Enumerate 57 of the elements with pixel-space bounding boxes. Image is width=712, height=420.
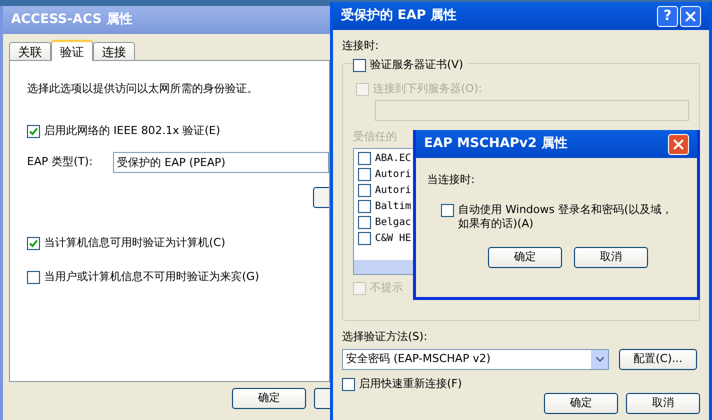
configure-button[interactable]: 配置(C)... [619,349,697,370]
certificate-checkbox[interactable] [358,168,371,181]
help-button[interactable]: ? [657,6,678,26]
server-input[interactable] [375,100,689,120]
cancel-button[interactable]: 取消 [626,393,700,414]
certificate-checkbox[interactable] [358,232,371,245]
certificate-checkbox[interactable] [358,152,371,165]
certificate-name: C&W HE [375,232,412,245]
ok-button[interactable]: 确定 [232,388,306,409]
properties-button[interactable] [313,186,329,208]
validate-cert-label: 验证服务器证书(V) [370,58,464,72]
check-icon [29,238,38,248]
method-dropdown[interactable]: 安全密码 (EAP-MSCHAP v2) [342,349,609,370]
eap-type-label: EAP 类型(T): [27,154,94,170]
auth-option-checkbox[interactable] [27,236,40,250]
enable-auth-checkbox[interactable] [27,124,40,138]
certificate-name: Autori [375,168,412,181]
fast-reconnect-checkbox[interactable] [342,378,355,391]
tab[interactable]: 连接 [93,42,135,60]
check-icon [29,126,38,136]
connect-heading: 当连接时: [427,172,476,188]
trusted-ca-label: 受信任的 [353,128,397,144]
tab[interactable]: 关联 [9,42,51,60]
close-button[interactable] [668,134,689,154]
close-icon [673,138,684,150]
no-prompt-label: 不提示 [370,281,403,295]
method-label: 选择验证方法(S): [342,328,428,344]
validate-cert-checkbox[interactable] [353,58,366,72]
close-icon [685,10,696,22]
cancel-button[interactable]: 取消 [574,246,648,268]
certificate-name: Baltim [375,200,412,213]
window-title: 受保护的 EAP 属性 [341,6,457,26]
tab[interactable]: 验证 [51,40,93,61]
certificate-checkbox[interactable] [358,216,371,229]
certificate-name: Belgac [375,216,412,229]
description-text: 选择此选项以提供访问以太网所需的身份验证。 [27,81,259,97]
cancel-button[interactable] [314,388,330,409]
enable-auth-label: 启用此网络的 IEEE 802.1x 验证(E) [44,124,220,138]
auto-logon-label: 自动使用 Windows 登录名和密码(以及域，如果有的话)(A) [458,202,674,230]
window-title: EAP MSCHAPv2 属性 [424,135,568,154]
auth-option-checkbox[interactable] [27,270,40,284]
eap-type-dropdown[interactable]: 受保护的 EAP (PEAP) [113,152,329,172]
auto-logon-checkbox[interactable] [441,204,454,216]
fast-reconnect-label: 启用快速重新连接(F) [359,377,462,391]
connect-servers-label: 连接到下列服务器(O): [373,82,482,96]
ok-button[interactable]: 确定 [488,246,562,268]
auth-option-label: 当用户或计算机信息不可用时验证为来宾(G) [44,270,260,284]
certificate-name: Autori [375,184,412,197]
certificate-name: ABA.EC [375,152,412,165]
connect-heading: 连接时: [342,38,380,54]
close-button[interactable] [680,6,701,26]
method-value: 安全密码 (EAP-MSCHAP v2) [346,351,491,368]
window-title: ACCESS-ACS 属性 [11,11,132,30]
certificate-checkbox[interactable] [358,200,371,213]
certificate-checkbox[interactable] [358,184,371,197]
ok-button[interactable]: 确定 [544,393,618,414]
auth-option-label: 当计算机信息可用时验证为计算机(C) [44,236,226,250]
